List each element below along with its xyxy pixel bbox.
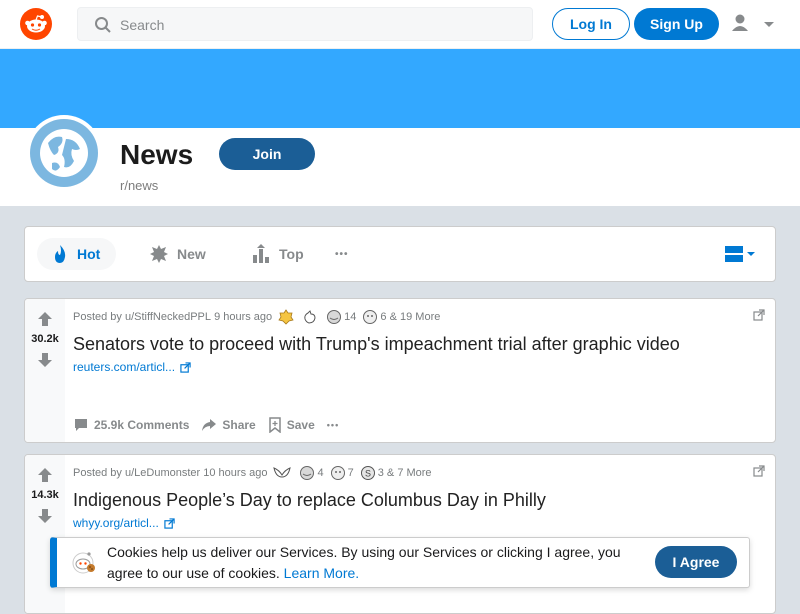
post-link-text: reuters.com/articl... (73, 360, 176, 374)
vote-count: 14.3k (31, 489, 59, 501)
award-count: 4 (317, 467, 324, 479)
award-badge[interactable]: 6 (362, 309, 387, 325)
comments-button[interactable]: 25.9k Comments (73, 417, 189, 433)
post-link[interactable]: reuters.com/articl... (73, 360, 191, 374)
cookie-text: Cookies help us deliver our Services. By… (107, 544, 621, 581)
external-link-icon[interactable] (753, 309, 765, 321)
login-button[interactable]: Log In (552, 8, 630, 40)
share-button[interactable]: Share (201, 417, 256, 433)
share-label: Share (222, 418, 256, 432)
platinum-award-icon (278, 309, 294, 325)
post-meta: Posted by u/StiffNeckedPPL 9 hours ago 1… (73, 309, 440, 325)
save-button[interactable]: Save (268, 417, 315, 433)
agree-button[interactable]: I Agree (655, 546, 737, 578)
sort-more-button[interactable]: ••• (335, 238, 349, 270)
reddit-logo-icon[interactable] (20, 8, 52, 40)
cookie-banner: Cookies help us deliver our Services. By… (50, 537, 750, 588)
top-header: Log In Sign Up (0, 0, 800, 49)
face-award-icon (330, 466, 345, 480)
post-card[interactable]: 14.3k Posted by u/LeDumonster 10 hours a… (24, 454, 776, 614)
subreddit-banner (0, 49, 800, 128)
upvote-icon[interactable] (37, 467, 53, 483)
comments-label: 25.9k Comments (94, 418, 190, 432)
external-link-icon (164, 517, 175, 529)
post-title[interactable]: Indigenous People’s Day to replace Colum… (73, 490, 546, 511)
subreddit-title: News (120, 139, 194, 170)
award-badge[interactable]: 7 (330, 465, 354, 481)
face-award-icon (363, 310, 378, 324)
signup-button[interactable]: Sign Up (634, 8, 719, 40)
user-menu-dropdown[interactable] (730, 13, 778, 35)
chevron-down-icon (747, 252, 755, 256)
flame-icon (55, 245, 66, 263)
chevron-down-icon (764, 22, 774, 27)
vote-count: 30.2k (31, 333, 59, 345)
downvote-icon[interactable] (37, 508, 53, 524)
posted-by-label: Posted by (73, 467, 122, 479)
silver-award-icon (327, 310, 342, 324)
coin-award-icon: S (360, 466, 375, 480)
award-count: 3 (377, 467, 384, 479)
post-link-text: whyy.org/articl... (73, 516, 159, 530)
vote-column: 30.2k (25, 299, 65, 442)
user-icon (732, 14, 748, 31)
award-badge[interactable] (302, 309, 320, 325)
cookie-message: Cookies help us deliver our Services. By… (107, 542, 637, 584)
award-badge[interactable]: 4 (299, 465, 324, 481)
subreddit-avatar (26, 115, 102, 191)
external-link-icon (180, 361, 191, 373)
post-title[interactable]: Senators vote to proceed with Trump's im… (73, 334, 680, 355)
learn-more-link[interactable]: Learn More. (284, 565, 359, 581)
post-actions: 25.9k Comments Share Save ••• (73, 417, 351, 433)
award-count: 7 (347, 467, 354, 479)
bar-chart-icon (253, 244, 269, 263)
globe-icon (40, 129, 88, 177)
search-input[interactable] (118, 14, 522, 36)
burst-icon (150, 245, 168, 263)
vote-column: 14.3k (25, 455, 65, 613)
card-view-icon (725, 246, 743, 262)
sort-top-tab[interactable]: Top (251, 238, 304, 270)
post-link[interactable]: whyy.org/articl... (73, 516, 175, 530)
more-awards[interactable]: & 19 More (390, 311, 441, 323)
join-button[interactable]: Join (219, 138, 315, 170)
subreddit-name: r/news (120, 178, 159, 193)
save-label: Save (286, 418, 315, 432)
post-time[interactable]: 10 hours ago (203, 467, 267, 479)
search-bar[interactable] (77, 7, 533, 41)
sort-hot-label: Hot (77, 246, 101, 262)
share-icon (202, 419, 217, 431)
downvote-icon[interactable] (37, 352, 53, 368)
sort-hot-tab[interactable]: Hot (37, 238, 117, 270)
posted-by-label: Posted by (73, 311, 122, 323)
more-awards[interactable]: & 7 More (387, 467, 432, 479)
post-author[interactable]: u/LeDumonster (125, 467, 200, 479)
save-icon (268, 417, 281, 433)
award-badge[interactable] (273, 465, 293, 481)
external-link-icon[interactable] (753, 465, 765, 477)
sort-top-label: Top (279, 246, 304, 262)
sort-new-tab[interactable]: New (149, 238, 206, 270)
upvote-icon[interactable] (37, 311, 53, 327)
comment-icon (75, 419, 87, 431)
post-author[interactable]: u/StiffNeckedPPL (125, 311, 211, 323)
snoo-cookie-icon (72, 552, 95, 574)
svg-text:S: S (365, 469, 371, 479)
award-badge[interactable]: 14 (326, 309, 356, 325)
sort-new-label: New (177, 246, 206, 262)
more-options-button[interactable]: ••• (327, 420, 339, 430)
post-time[interactable]: 9 hours ago (214, 311, 272, 323)
award-count: 14 (344, 311, 357, 323)
hand-award-icon (304, 310, 316, 324)
award-badge[interactable]: S 3 (360, 465, 384, 481)
award-count: 6 (380, 311, 387, 323)
wings-award-icon (273, 467, 292, 478)
sort-bar: Hot New Top ••• (24, 226, 776, 282)
silver-award-icon (300, 466, 315, 480)
view-toggle-button[interactable] (725, 245, 757, 268)
post-meta: Posted by u/LeDumonster 10 hours ago 4 7 (73, 465, 432, 481)
search-icon (94, 16, 112, 39)
award-badge[interactable] (278, 309, 296, 325)
post-card[interactable]: 30.2k Posted by u/StiffNeckedPPL 9 hours… (24, 298, 776, 443)
